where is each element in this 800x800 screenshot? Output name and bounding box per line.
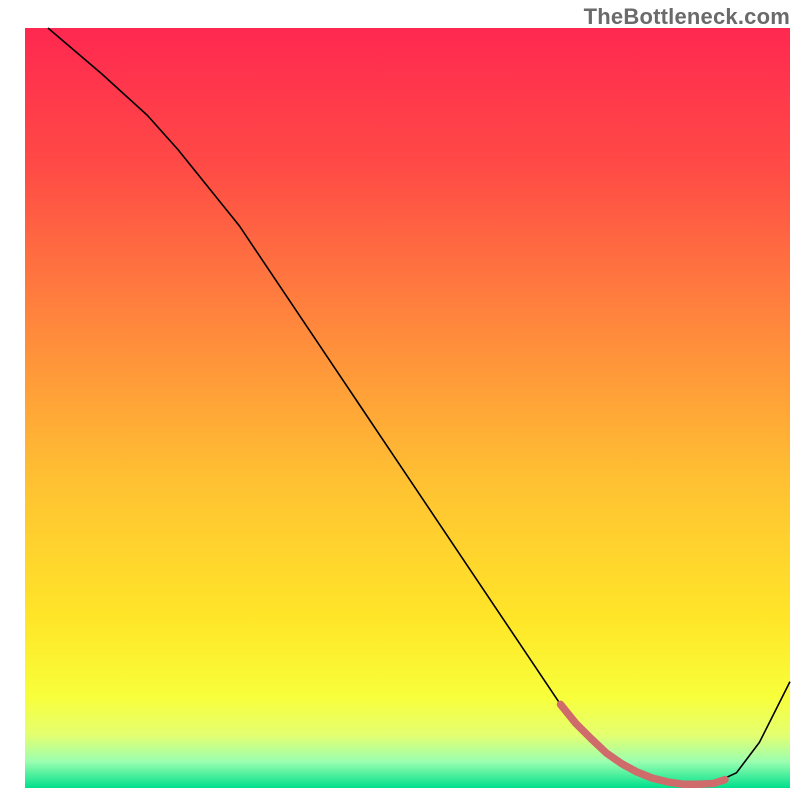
chart-stage: TheBottleneck.com [0,0,800,800]
plot-background [25,28,790,788]
bottleneck-chart [0,0,800,800]
watermark-label: TheBottleneck.com [584,4,790,30]
plot-area [25,28,790,788]
